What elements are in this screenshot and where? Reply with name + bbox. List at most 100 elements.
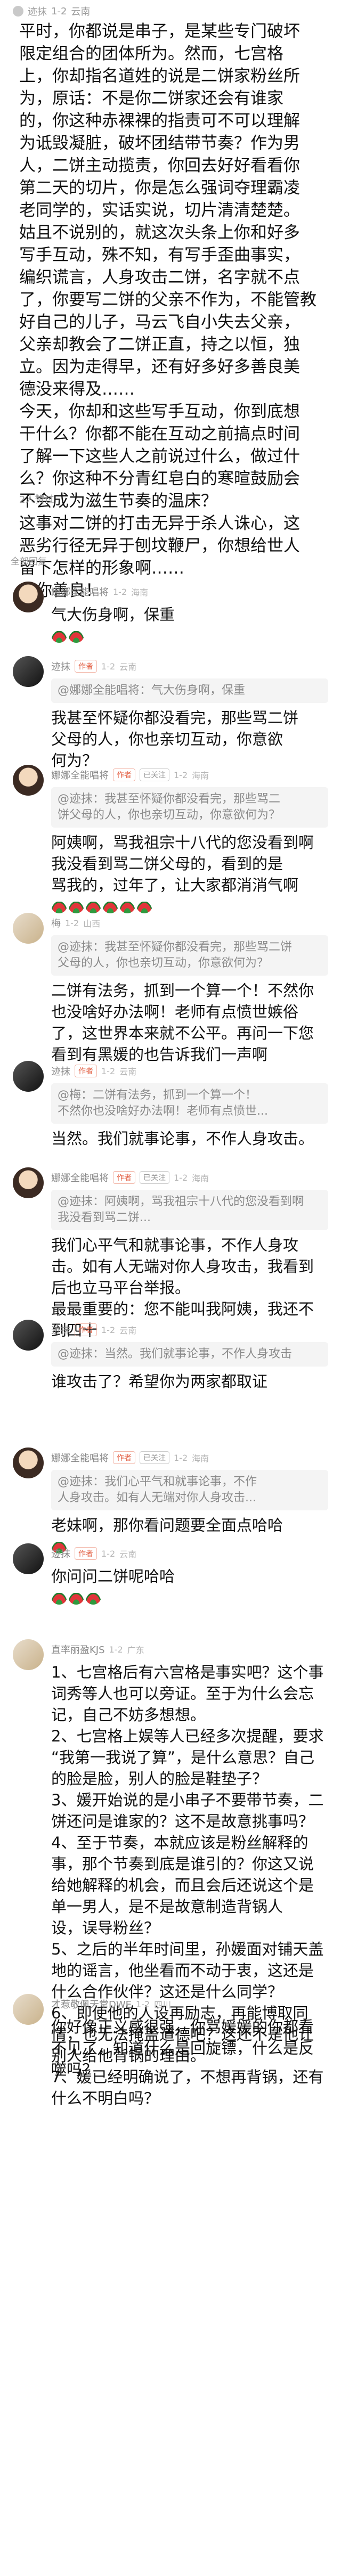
commenter-avatar[interactable] (13, 913, 44, 944)
emoji-row (51, 1587, 334, 1608)
post-line: 立。因为走得早，还有好多好多善良美 (19, 357, 300, 377)
quoted-reply[interactable]: @梅：二饼有法务，抓到一个算一个！ 不然你也没啥好办法啊！老师有点愤世... (51, 1083, 328, 1124)
comment-location: 云南 (119, 1326, 137, 1336)
commenter-name[interactable]: 迹抹 (51, 659, 70, 673)
user-tag: 作者 (113, 768, 135, 781)
comment-meta: 娜娜全能唱将 作者 已关注 1-2 海南 (51, 767, 209, 783)
commenter-name[interactable]: 直率丽盈KJS (51, 1642, 105, 1656)
watermelon-emoji-icon (85, 902, 101, 913)
comment-time: 1-2 (109, 1644, 123, 1655)
commenter-name[interactable]: 梅 (51, 916, 61, 930)
quoted-reply[interactable]: @迹抹：我甚至怀疑你都没看完，那些骂二饼父母的人，你也亲切互动，你意欲何为？ (51, 787, 328, 828)
commenter-avatar[interactable] (13, 1448, 44, 1478)
post-line: 上，你却指名道姓的说是二饼家粉丝所 (19, 67, 300, 86)
commenter-avatar[interactable] (13, 1543, 44, 1574)
watermelon-emoji-icon (102, 902, 118, 913)
comment-line: 5、之后的半年时间里，孙媛面对铺天盖 (51, 1940, 324, 1958)
comment-line: 也没啥好办法啊！老师有点愤世嫉俗 (51, 1003, 299, 1021)
quote-line: @迹抹：当然。我们就事论事，不作人身攻击 (58, 1347, 293, 1361)
commenter-name[interactable]: 迹抹 (51, 1547, 70, 1560)
post-line: 的，你这种赤裸裸的指责可不可以理解 (19, 111, 300, 130)
comment-line: 记，自己不妨多想想。 (51, 1706, 206, 1724)
user-tag: 作者 (75, 660, 97, 673)
quoted-reply[interactable]: @迹抹：当然。我们就事论事，不作人身攻击 (51, 1342, 328, 1367)
comment-location: 山西 (83, 919, 101, 929)
comment-meta: 迹抹 作者 1-2 云南 (51, 1063, 136, 1079)
commenter-avatar[interactable] (13, 1320, 44, 1351)
post-header: 迹抹 1-2 云南 (13, 4, 90, 18)
comment-line: 谁攻击了？希望你为两家都取证 (51, 1372, 268, 1391)
comment-line: 地的谣言，他坐看而不动于衷，这还是 (51, 1961, 314, 1980)
emoji-row (51, 896, 334, 917)
quoted-reply[interactable]: @娜娜全能唱将：气大伤身啊，保重 (51, 678, 328, 703)
commenter-avatar[interactable] (13, 1994, 44, 2025)
watermelon-emoji-icon (119, 902, 135, 913)
post-line: 写手互动，殊不知，有写手歪曲事实， (19, 246, 300, 265)
quoted-reply[interactable]: @迹抹：阿姨啊，骂我祖宗十八代的您没看到啊 我没看到骂二饼... (51, 1190, 328, 1230)
watermelon-emoji-icon (51, 902, 67, 913)
quote-line: @迹抹：我甚至怀疑你都没看完，那些骂二 (58, 792, 281, 806)
comment-time: 1-2 (113, 586, 127, 597)
comment-line: 单一男人，是不是故意制造背锅人 (51, 1898, 283, 1916)
commenter-avatar[interactable] (13, 582, 44, 612)
emoji-row (51, 625, 334, 647)
comment-time: 1-2 (65, 918, 79, 928)
comment-line: 骂我的，过年了，让大家都消消气啊 (51, 876, 299, 894)
comment-line: 1、七宫格后有六宫格是事实吧？这个事 (51, 1663, 324, 1681)
user-tag: 作者 (113, 1171, 135, 1184)
comment-line: 二饼有法务，抓到一个算一个！不然你 (51, 982, 314, 1000)
post-line: 好自己的儿子，马云飞自小失去父亲， (19, 313, 300, 332)
commenter-avatar[interactable] (13, 1061, 44, 1092)
comment-text: 你问问二饼呢哈哈 (51, 1566, 334, 1608)
post-time: 1-2 (51, 5, 67, 17)
user-tag: 作者 (75, 1323, 97, 1336)
post-line: 么？你这种不分青红皂白的寒暄鼓励会 (19, 469, 300, 488)
commenter-name[interactable]: 才惹敬佩天堂DWE (51, 1997, 132, 2011)
commenter-avatar[interactable] (13, 765, 44, 796)
watermelon-emoji-icon (51, 631, 67, 643)
user-tag: 已关注 (140, 1171, 169, 1184)
quote-line: @迹抹：我们心平气和就事论事，不作 (58, 1475, 257, 1489)
post-line: 不会成为滋生节奏的温床？ (19, 492, 217, 511)
commenter-name[interactable]: 娜娜全能唱将 (51, 1171, 109, 1184)
comment-line: 2、七宫格上娱等人已经多次提醒，要求 (51, 1727, 324, 1745)
comment-line: 你问问二饼呢哈哈 (51, 1567, 175, 1585)
comment-line: 事，那个节奏到底是谁引的？你这又说 (51, 1855, 314, 1873)
comment-line: 当然。我们就事论事，不作人身攻击。 (51, 1130, 314, 1148)
comment-line: 我没看到骂二饼父母的，看到的是 (51, 855, 283, 873)
quoted-reply[interactable]: @迹抹：我们心平气和就事论事，不作 人身攻击。如有人无端对你人身攻击... (51, 1470, 328, 1510)
comment-time: 1-2 (174, 770, 188, 780)
commenter-name[interactable]: 迹抹 (51, 1323, 70, 1337)
post-likes[interactable]: 2人赞过 (19, 492, 54, 506)
quoted-reply[interactable]: @迹抹：我甚至怀疑你都没看完，那些骂二饼父母的人，你也亲切互动，你意欲何为？ (51, 935, 328, 976)
page: 迹抹 1-2 云南 平时，你都说是串子，是某些专门破坏 限定组合的团体所为。然而，… (0, 0, 341, 2576)
likes-count: 2人赞过 (19, 494, 54, 505)
comment-text: 二饼有法务，抓到一个算一个！不然你 也没啥好办法啊！老师有点愤世嫉俗 了，这世界本来… (51, 980, 334, 1065)
commenter-avatar[interactable] (13, 1167, 44, 1198)
comment-location: 海南 (192, 771, 209, 781)
post-line: 老同学的，实话实说，切片清清楚楚。 (19, 201, 300, 220)
post-author[interactable]: 迹抹 (28, 4, 47, 18)
commenter-name[interactable]: 娜娜全能唱将 (51, 1451, 109, 1465)
comment-meta: 娜娜全能唱将 作者 已关注 1-2 海南 (51, 1170, 209, 1185)
author-avatar[interactable] (13, 6, 23, 17)
commenter-name[interactable]: 娜娜全能唱将 (51, 768, 109, 782)
user-tag: 已关注 (140, 1451, 169, 1464)
watermelon-emoji-icon (68, 631, 84, 643)
comment-meta: 娜娜全能唱将 作者 已关注 1-2 海南 (51, 1450, 209, 1466)
post-line: 今天，你却和这些写手互动，你到底想 (19, 402, 300, 421)
comment-location: 云南 (119, 1067, 137, 1077)
comment-time: 1-2 (101, 1548, 116, 1559)
comment-location: 四川 (154, 2000, 172, 2010)
section-title: 全部回复 (11, 557, 47, 567)
commenter-avatar[interactable] (13, 1639, 44, 1670)
comment-meta: 迹抹 作者 1-2 云南 (51, 658, 136, 674)
comment-text: 谁攻击了？希望你为两家都取证 (51, 1371, 334, 1392)
user-tag: 作者 (113, 1451, 135, 1464)
post-line: 为诋毁凝脏，破坏团结带节奏？作为男 (19, 134, 300, 153)
quote-line: @迹抹：阿姨啊，骂我祖宗十八代的您没看到啊 (58, 1195, 304, 1208)
watermelon-emoji-icon (68, 1593, 84, 1605)
commenter-name[interactable]: 迹抹 (51, 1064, 70, 1078)
commenter-avatar[interactable] (13, 656, 44, 687)
commenter-name[interactable]: 娜娜全能唱将 (51, 585, 109, 599)
